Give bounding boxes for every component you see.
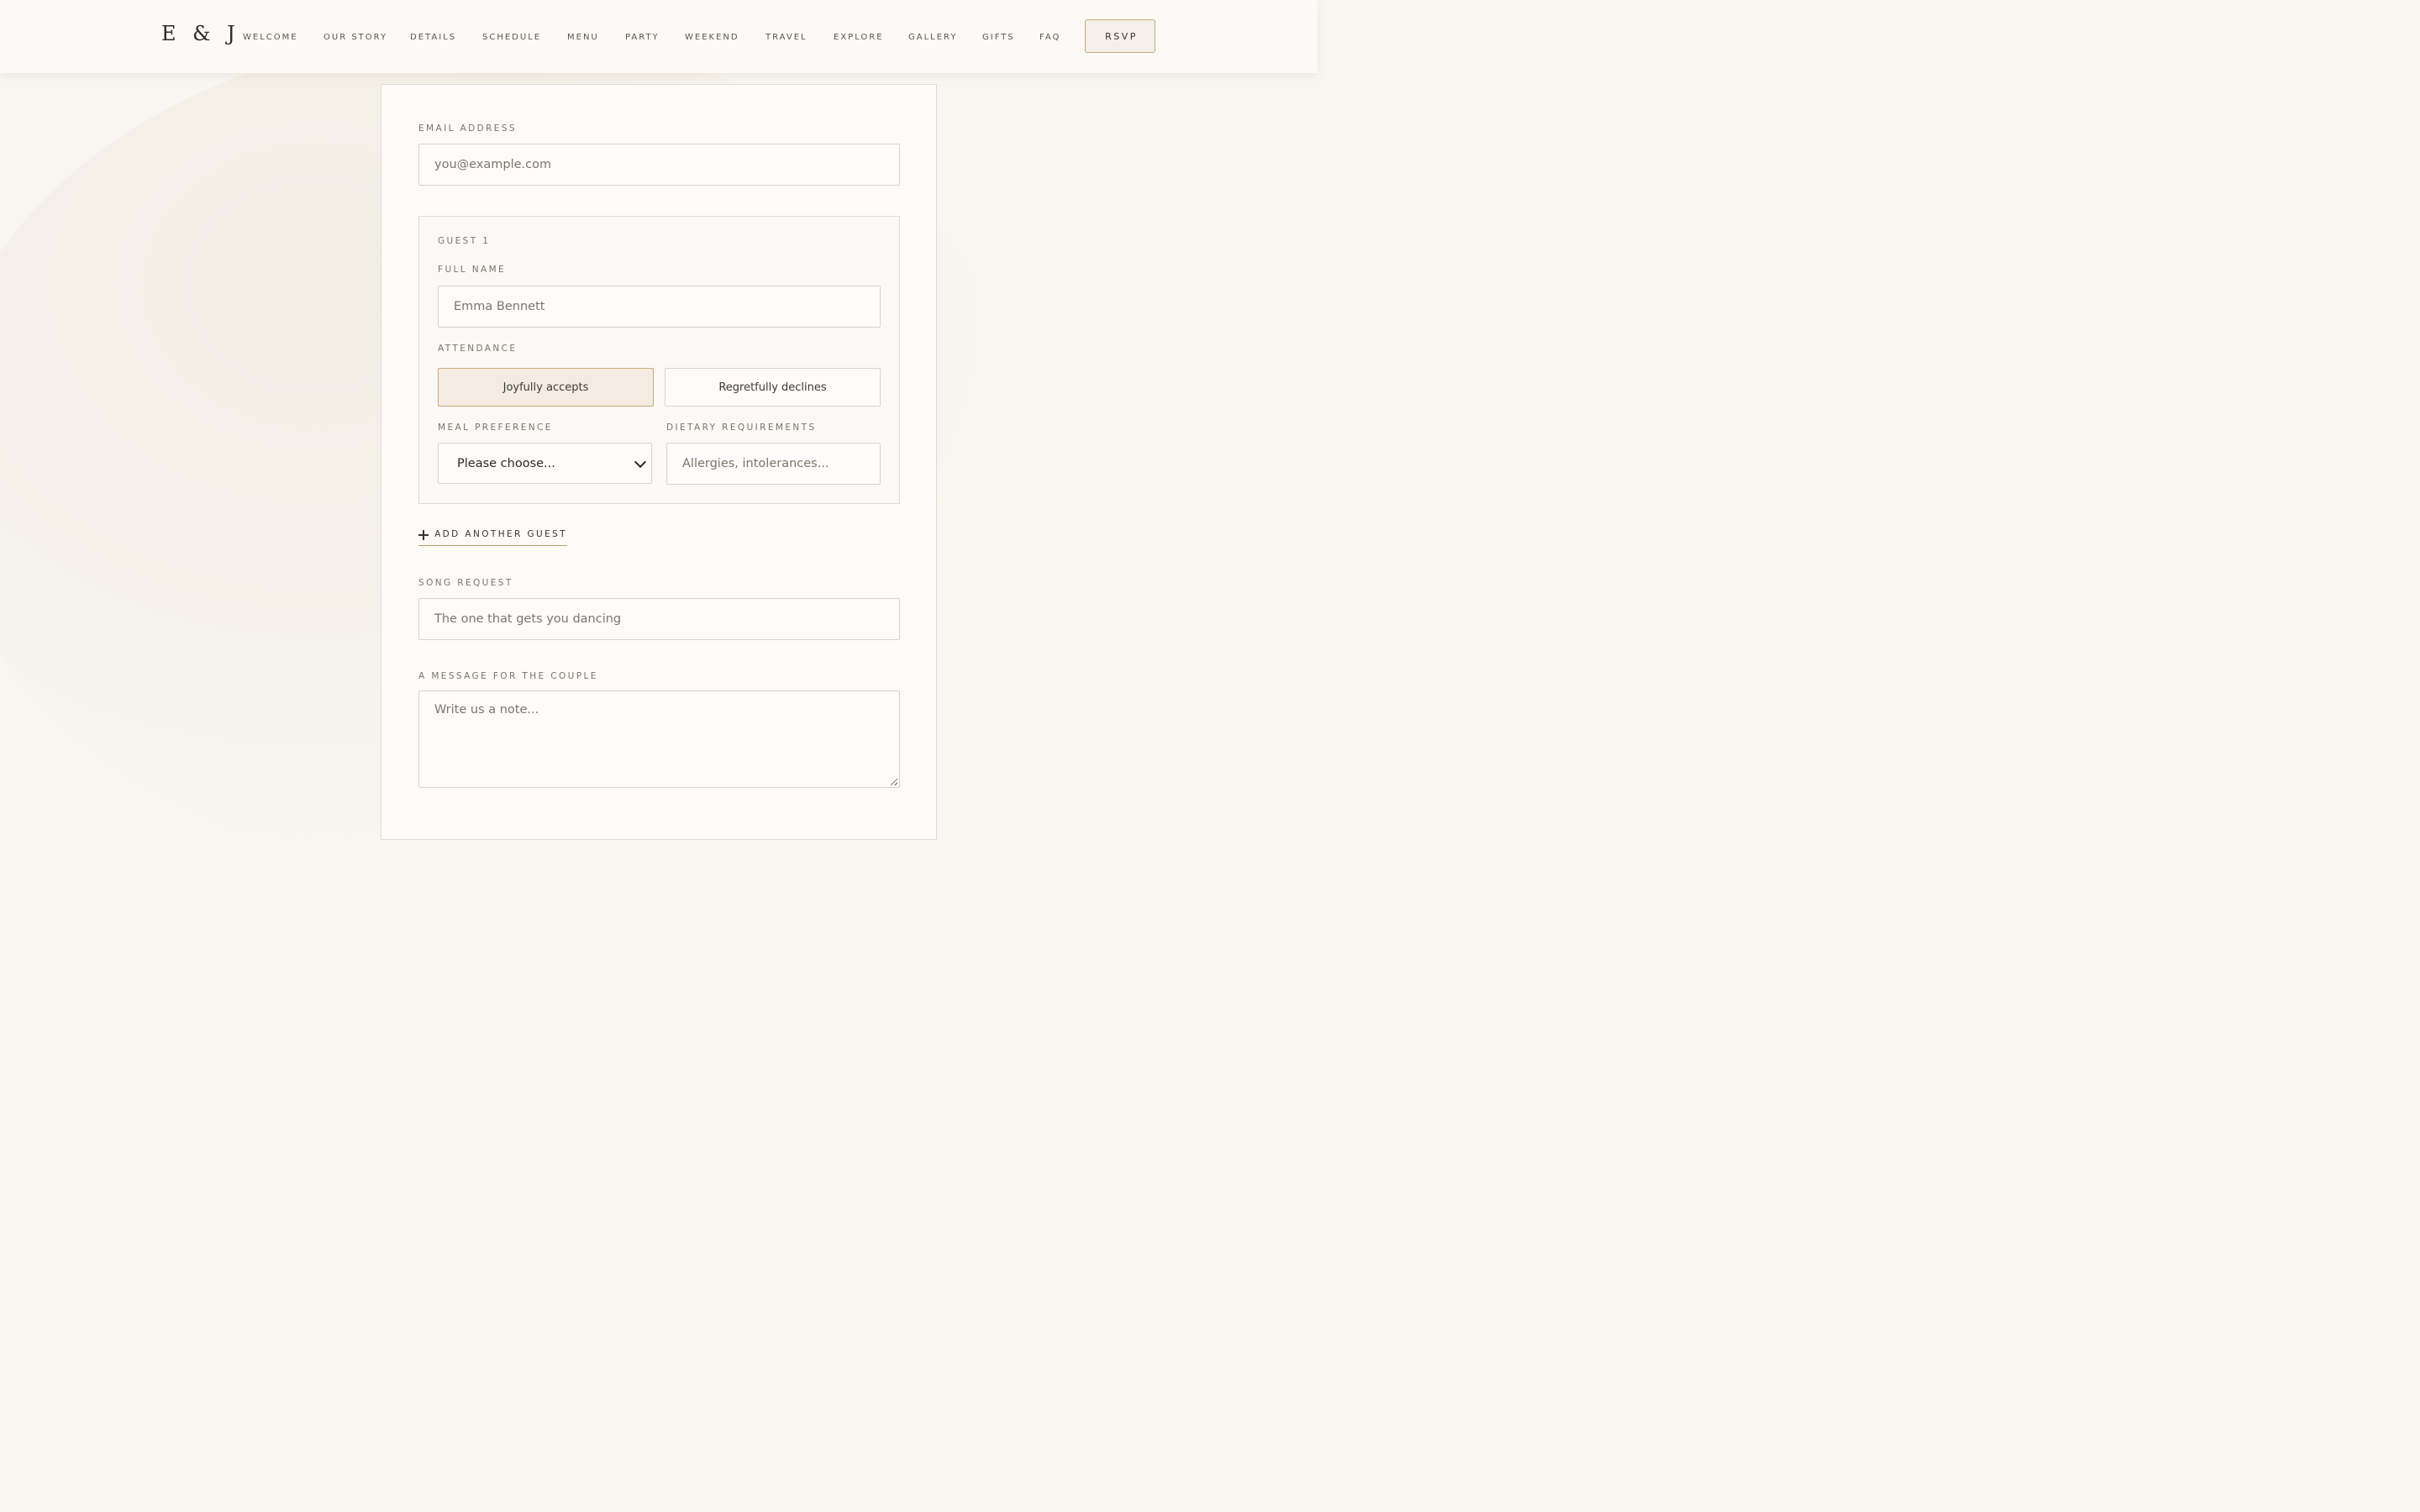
meal-preference-value: Please choose... (457, 456, 555, 470)
add-guest-button[interactable]: ADD ANOTHER GUEST (418, 526, 567, 546)
message-placeholder: Write us a note... (434, 703, 539, 717)
email-label: EMAIL ADDRESS (418, 123, 517, 134)
email-placeholder: you@example.com (434, 158, 552, 171)
attendance-decline-option[interactable]: Regretfully declines (665, 368, 881, 407)
dietary-field[interactable]: Allergies, intolerances... (666, 443, 881, 485)
site-header: E & J WELCOME OUR STORY DETAILS SCHEDULE… (0, 0, 1318, 73)
full-name-label: FULL NAME (438, 265, 507, 275)
nav-item-party[interactable]: PARTY (625, 33, 660, 42)
song-request-field[interactable]: The one that gets you dancing (418, 598, 900, 640)
nav-item-details[interactable]: DETAILS (410, 33, 456, 42)
nav-item-faq[interactable]: FAQ (1039, 33, 1060, 42)
email-field[interactable]: you@example.com (418, 144, 900, 186)
nav-item-welcome[interactable]: WELCOME (243, 33, 298, 42)
attendance-label: ATTENDANCE (438, 344, 518, 354)
nav-item-menu[interactable]: MENU (567, 33, 599, 42)
meal-preference-label: MEAL PREFERENCE (438, 423, 553, 433)
nav-item-weekend[interactable]: WEEKEND (685, 33, 739, 42)
nav-item-gifts[interactable]: GIFTS (982, 33, 1015, 42)
full-name-field[interactable]: Emma Bennett (438, 286, 881, 328)
resize-handle[interactable] (891, 779, 897, 785)
plus-icon (418, 530, 429, 540)
message-textarea[interactable]: Write us a note... (418, 690, 900, 788)
dietary-label: DIETARY REQUIREMENTS (666, 423, 817, 433)
song-request-placeholder: The one that gets you dancing (434, 612, 622, 626)
rsvp-button[interactable]: RSVP (1085, 19, 1155, 53)
song-request-label: SONG REQUEST (418, 578, 513, 588)
nav-item-schedule[interactable]: SCHEDULE (482, 33, 541, 42)
chevron-down-icon (634, 455, 647, 469)
add-guest-label: ADD ANOTHER GUEST (434, 529, 567, 539)
rsvp-form-card: EMAIL ADDRESS you@example.com GUEST 1 FU… (381, 84, 937, 840)
dietary-placeholder: Allergies, intolerances... (682, 457, 829, 470)
nav-item-our-story[interactable]: OUR STORY (324, 33, 387, 42)
message-label: A MESSAGE FOR THE COUPLE (418, 671, 598, 681)
nav-item-travel[interactable]: TRAVEL (765, 33, 808, 42)
guest-heading: GUEST 1 (438, 236, 491, 246)
site-logo[interactable]: E & J (161, 22, 240, 45)
nav-item-explore[interactable]: EXPLORE (834, 33, 884, 42)
full-name-placeholder: Emma Bennett (454, 300, 545, 313)
meal-preference-select[interactable]: Please choose... (438, 443, 652, 484)
guest-card: GUEST 1 FULL NAME Emma Bennett ATTENDANC… (418, 216, 900, 504)
nav-item-gallery[interactable]: GALLERY (908, 33, 957, 42)
attendance-accept-option[interactable]: Joyfully accepts (438, 368, 654, 407)
